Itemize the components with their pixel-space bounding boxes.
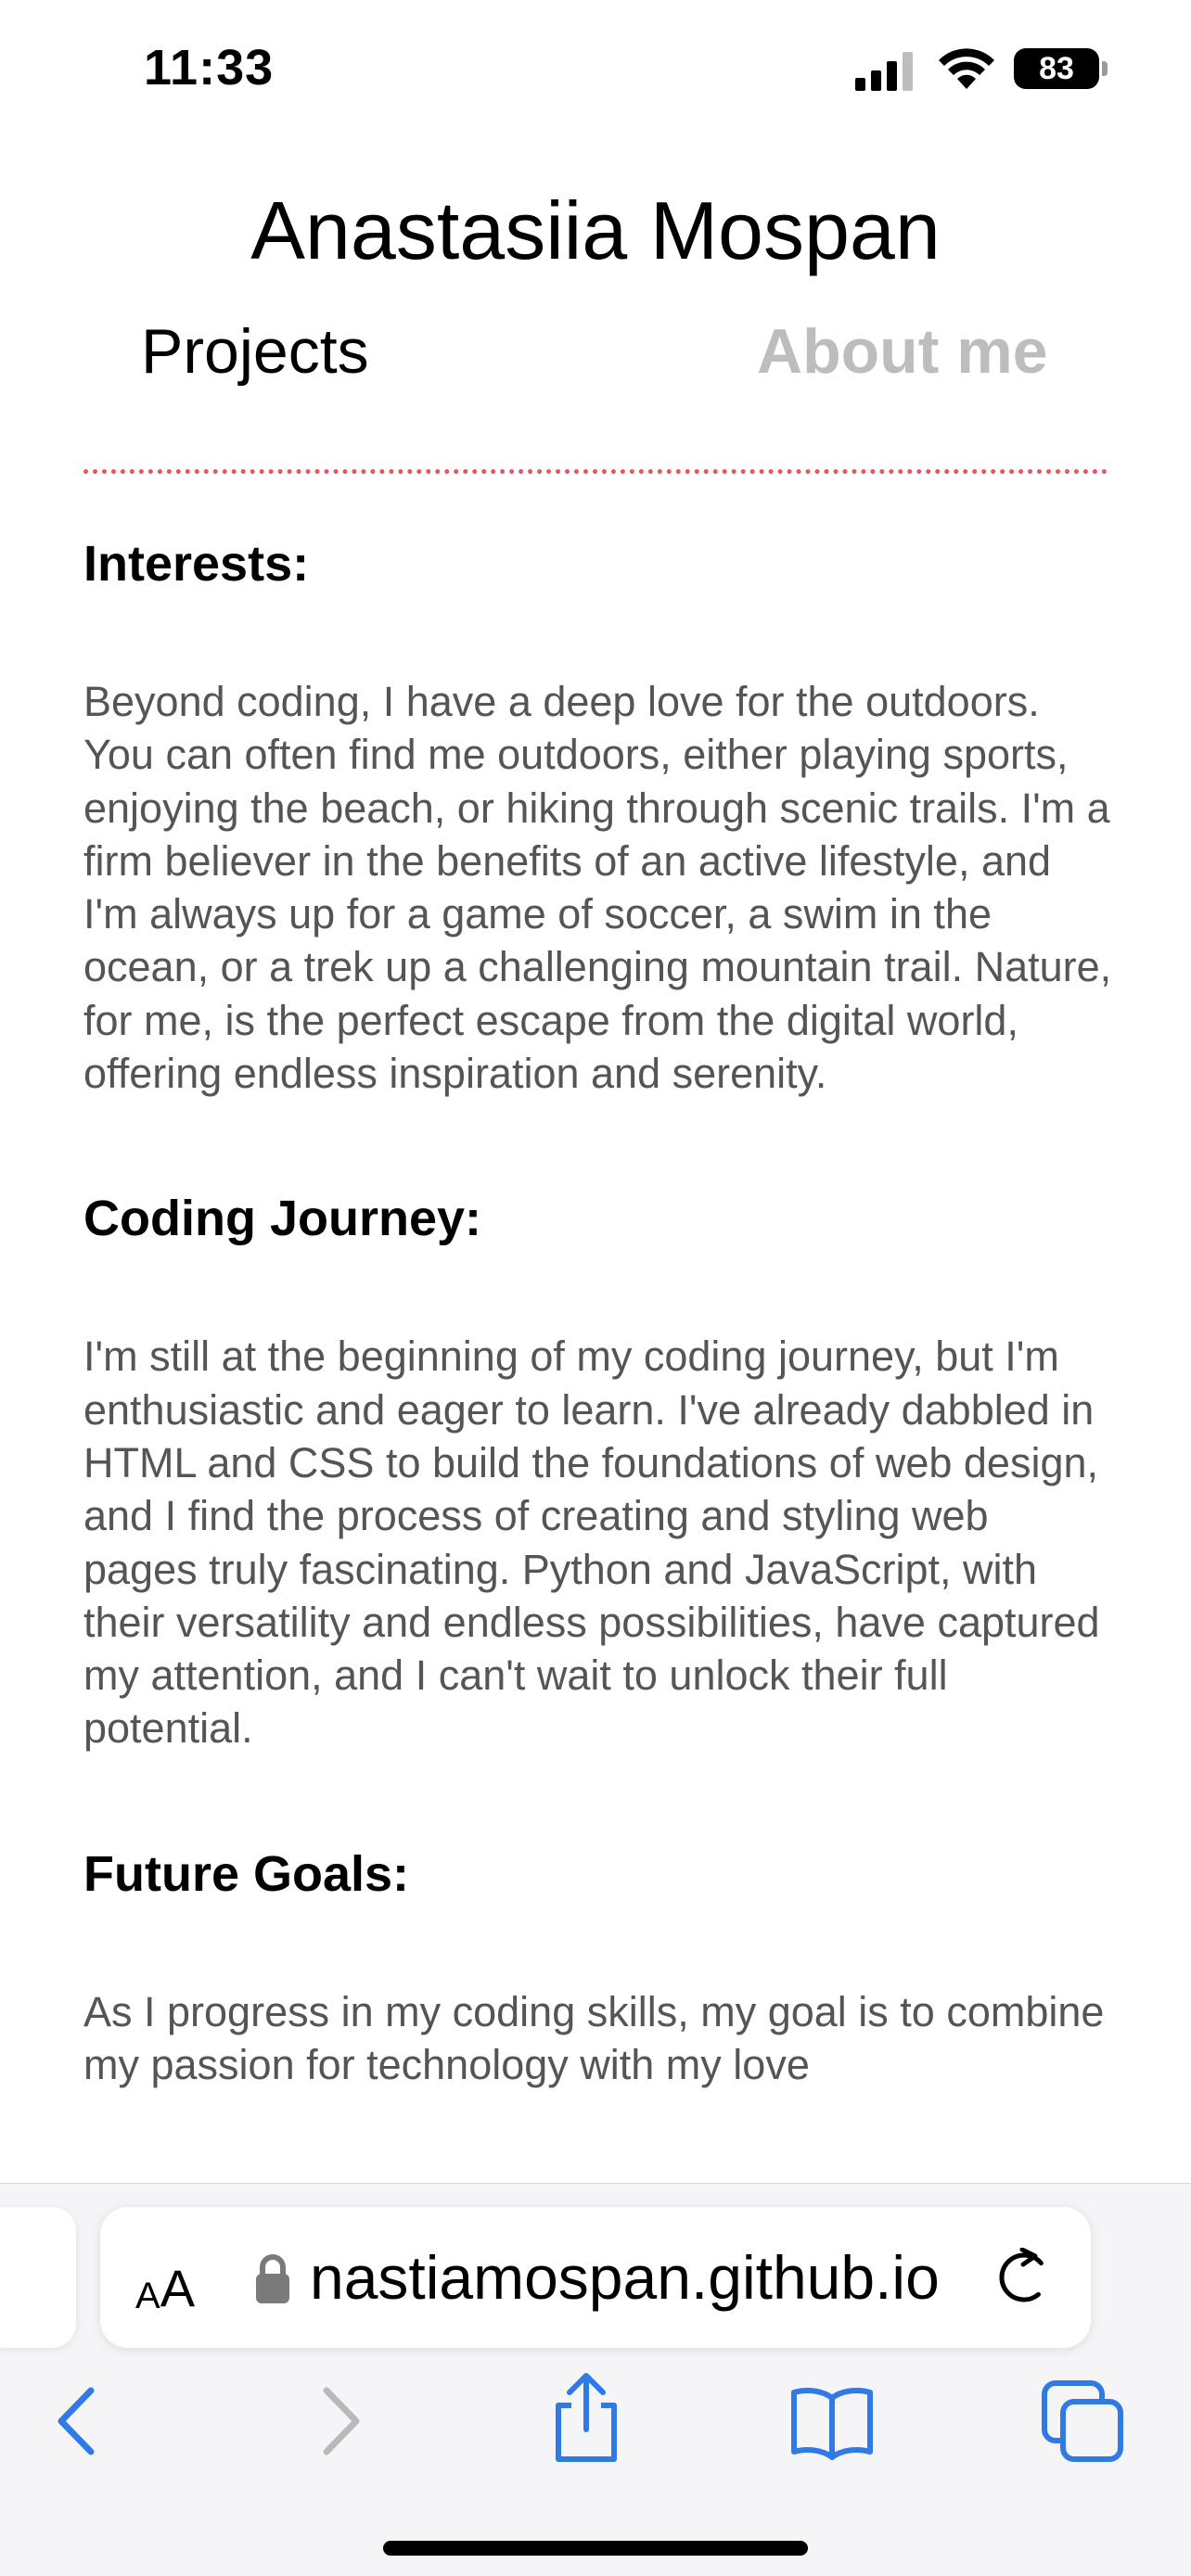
forward-icon[interactable] [297, 2379, 380, 2463]
interests-heading: Interests: [83, 536, 310, 592]
nav-link-about-me[interactable]: About me [757, 315, 1048, 388]
back-icon[interactable] [37, 2379, 121, 2463]
url-text[interactable]: nastiamospan.github.io [310, 2242, 940, 2313]
header-divider [83, 469, 1108, 474]
status-bar: 11:33 83 [0, 0, 1191, 139]
wifi-icon [939, 48, 994, 89]
reload-icon[interactable] [994, 2248, 1054, 2307]
aa-large-letter: A [160, 2259, 196, 2317]
nav-link-projects[interactable]: Projects [141, 315, 369, 388]
signal-icon [855, 52, 913, 91]
interests-text: Beyond coding, I have a deep love for th… [83, 678, 1112, 1098]
page-settings-button[interactable]: AA [135, 2240, 210, 2315]
lock-icon [256, 2254, 289, 2303]
aa-small-letter: A [135, 2276, 160, 2316]
site-title: Anastasiia Mospan [250, 185, 941, 276]
bookmarks-icon[interactable] [790, 2379, 874, 2463]
battery-icon: 83 [1014, 48, 1099, 89]
battery-level: 83 [1039, 50, 1074, 86]
home-indicator[interactable] [383, 2541, 808, 2556]
battery-cap [1102, 61, 1108, 76]
tabs-icon[interactable] [1041, 2379, 1124, 2463]
future-goals-text: As I progress in my coding skills, my go… [83, 1987, 1105, 2089]
status-time: 11:33 [144, 40, 275, 96]
future-goals-heading: Future Goals: [83, 1845, 410, 1902]
about-content: Interests: Beyond coding, I have a deep … [83, 497, 1113, 2185]
share-icon[interactable] [542, 2372, 631, 2465]
coding-journey-heading: Coding Journey: [83, 1191, 481, 1247]
previous-tab-preview[interactable] [0, 2207, 76, 2348]
coding-journey-text: I'm still at the beginning of my coding … [83, 1333, 1100, 1753]
